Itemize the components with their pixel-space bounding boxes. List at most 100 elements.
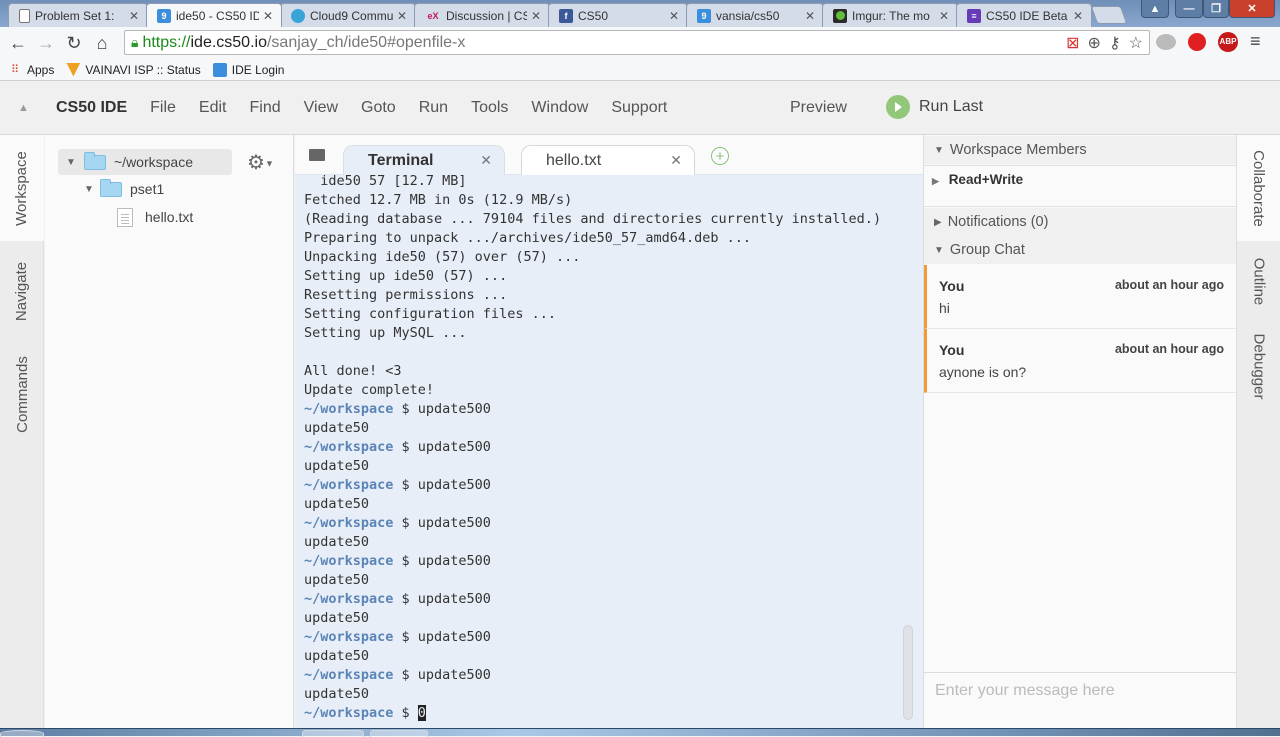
tree-root-workspace[interactable]: ▼ ~/workspace <box>58 149 232 175</box>
menu-view[interactable]: View <box>304 99 338 117</box>
terminal-output-line: Update complete! <box>304 382 435 398</box>
terminal-output-line: update50 <box>304 496 370 512</box>
close-tab-icon[interactable]: ✕ <box>397 9 407 23</box>
windows-taskbar <box>0 728 1280 737</box>
close-tab-icon[interactable]: ✕ <box>939 9 949 23</box>
editor-tab-hello-txt[interactable]: hello.txt ✕ <box>521 145 695 175</box>
group-chat-header[interactable]: ▼ Group Chat <box>924 236 1236 264</box>
minimize-button[interactable]: — <box>1175 0 1203 18</box>
members-group-read-write[interactable]: ▶ Read+Write <box>924 165 1236 207</box>
tree-folder-pset1[interactable]: ▼ pset1 <box>82 176 164 202</box>
back-button[interactable]: ← <box>4 33 32 54</box>
terminal-output-line: update50 <box>304 572 370 588</box>
key-icon[interactable]: ⚷ <box>1109 33 1121 53</box>
browser-tab-edx-discussion[interactable]: eX Discussion | CS ✕ <box>414 3 550 27</box>
workspace-members-header[interactable]: ▼ Workspace Members <box>924 136 1236 164</box>
terminal-output: ide50 57 [12.7 MB] Fetched 12.7 MB in 0s … <box>304 175 881 723</box>
close-tab-icon[interactable]: ✕ <box>1073 9 1083 23</box>
close-tab-icon[interactable]: ✕ <box>480 152 492 169</box>
home-button[interactable]: ⌂ <box>88 33 116 54</box>
close-tab-icon[interactable]: ✕ <box>805 9 815 23</box>
folder-icon <box>100 178 122 197</box>
file-icon <box>117 207 133 227</box>
terminal-prompt: ~/workspace <box>304 477 394 493</box>
panel-menu-icon[interactable] <box>309 149 325 161</box>
terminal-output-line: Setting configuration files ... <box>304 306 556 322</box>
imgur-icon <box>833 8 847 23</box>
menu-support[interactable]: Support <box>611 99 667 117</box>
editor-tab-terminal[interactable]: Terminal ✕ <box>343 145 505 175</box>
terminal-output-line: All done! <3 <box>304 363 402 379</box>
message-text: hi <box>939 300 950 316</box>
collapse-menu-icon[interactable]: ▲ <box>18 102 30 114</box>
terminal-command-line: ~/workspace $ update500 <box>304 628 881 647</box>
message-author: You <box>939 342 965 358</box>
menu-file[interactable]: File <box>150 99 176 117</box>
popup-blocked-icon[interactable]: ⊠ <box>1066 33 1079 53</box>
apps-grid-icon: ⠿ <box>10 64 20 76</box>
run-last-button[interactable]: Run Last <box>886 95 983 119</box>
abp-icon[interactable]: ABP <box>1218 31 1238 52</box>
chat-bubbles-icon[interactable] <box>1156 33 1176 50</box>
bookmark-ide-login[interactable]: IDE Login <box>212 62 284 77</box>
bookmark-star-icon[interactable]: ☆ <box>1129 33 1143 53</box>
chrome-menu-icon[interactable]: ≡ <box>1250 31 1261 52</box>
browser-tab-facebook-cs50[interactable]: f CS50 ✕ <box>548 3 688 27</box>
restore-button[interactable]: ❐ <box>1203 0 1229 18</box>
browser-tab-vansia-cs50[interactable]: 9 vansia/cs50 ✕ <box>686 3 824 27</box>
menu-run[interactable]: Run <box>419 99 448 117</box>
minimize-icon: — <box>1183 2 1195 15</box>
user-icon: ▲ <box>1149 2 1161 15</box>
zoom-icon[interactable]: ⊕ <box>1088 33 1101 53</box>
add-tab-button[interactable]: + <box>711 147 729 165</box>
tab-workspace[interactable]: Workspace <box>0 135 44 241</box>
notifications-header[interactable]: ▶ Notifications (0) <box>924 208 1236 236</box>
adblock-hand-icon[interactable] <box>1188 32 1206 51</box>
close-window-button[interactable]: ✕ <box>1229 0 1275 18</box>
gear-icon[interactable]: ⚙▼ <box>247 150 274 175</box>
tab-commands[interactable]: Commands <box>0 341 44 447</box>
tab-collaborate[interactable]: Collaborate <box>1237 135 1280 241</box>
close-tab-icon[interactable]: ✕ <box>670 152 682 169</box>
browser-tab-imgur[interactable]: Imgur: The mo ✕ <box>822 3 958 27</box>
menu-tools[interactable]: Tools <box>471 99 508 117</box>
close-tab-icon[interactable]: ✕ <box>669 9 679 23</box>
tab-navigate[interactable]: Navigate <box>0 241 44 341</box>
expand-arrow-icon[interactable]: ▼ <box>82 184 96 195</box>
terminal-cursor[interactable]: 0 <box>417 705 426 721</box>
terminal-command: $ update500 <box>393 591 491 607</box>
browser-tab-problem-set[interactable]: Problem Set 1: ✕ <box>8 3 148 27</box>
tree-file-hello-txt[interactable]: hello.txt <box>117 204 193 230</box>
reload-button[interactable]: ↻ <box>60 33 88 54</box>
bookmark-apps[interactable]: ⠿ Apps <box>8 63 54 77</box>
terminal-prompt: ~/workspace <box>304 705 394 721</box>
terminal-output-line: ide50 57 [12.7 MB] <box>304 175 467 189</box>
terminal-scrollbar[interactable] <box>903 625 913 720</box>
forward-button[interactable]: → <box>32 33 60 54</box>
bookmark-vainavi-isp[interactable]: VAINAVI ISP :: Status <box>66 62 201 77</box>
menu-goto[interactable]: Goto <box>361 99 396 117</box>
cloud9-community-icon <box>291 8 305 23</box>
tab-debugger[interactable]: Debugger <box>1237 321 1280 411</box>
expand-arrow-icon[interactable]: ▼ <box>64 157 78 168</box>
close-tab-icon[interactable]: ✕ <box>129 9 139 23</box>
close-tab-icon[interactable]: ✕ <box>263 9 273 23</box>
preview-button[interactable]: Preview <box>790 99 847 117</box>
menu-find[interactable]: Find <box>250 99 281 117</box>
address-bar[interactable]: 🔒︎ https://ide.cs50.io/sanjay_ch/ide50#o… <box>124 30 1150 55</box>
browser-tab-ide50[interactable]: 9 ide50 - CS50 ID ✕ <box>146 3 282 27</box>
menu-edit[interactable]: Edit <box>199 99 227 117</box>
close-tab-icon[interactable]: ✕ <box>531 9 541 23</box>
browser-tab-cloud9-community[interactable]: Cloud9 Commu ✕ <box>280 3 416 27</box>
terminal-command: $ update500 <box>393 629 491 645</box>
terminal-prompt: ~/workspace <box>304 591 394 607</box>
menu-window[interactable]: Window <box>531 99 588 117</box>
terminal[interactable]: ide50 57 [12.7 MB] Fetched 12.7 MB in 0s … <box>295 175 923 728</box>
profile-button[interactable]: ▲ <box>1141 0 1169 18</box>
tab-outline[interactable]: Outline <box>1237 241 1280 321</box>
browser-tab-cs50-ide-beta[interactable]: ≡ CS50 IDE Beta ✕ <box>956 3 1092 27</box>
message-time: about an hour ago <box>1114 278 1224 292</box>
new-tab-button[interactable] <box>1090 6 1128 24</box>
chat-message-input[interactable] <box>935 682 1225 700</box>
